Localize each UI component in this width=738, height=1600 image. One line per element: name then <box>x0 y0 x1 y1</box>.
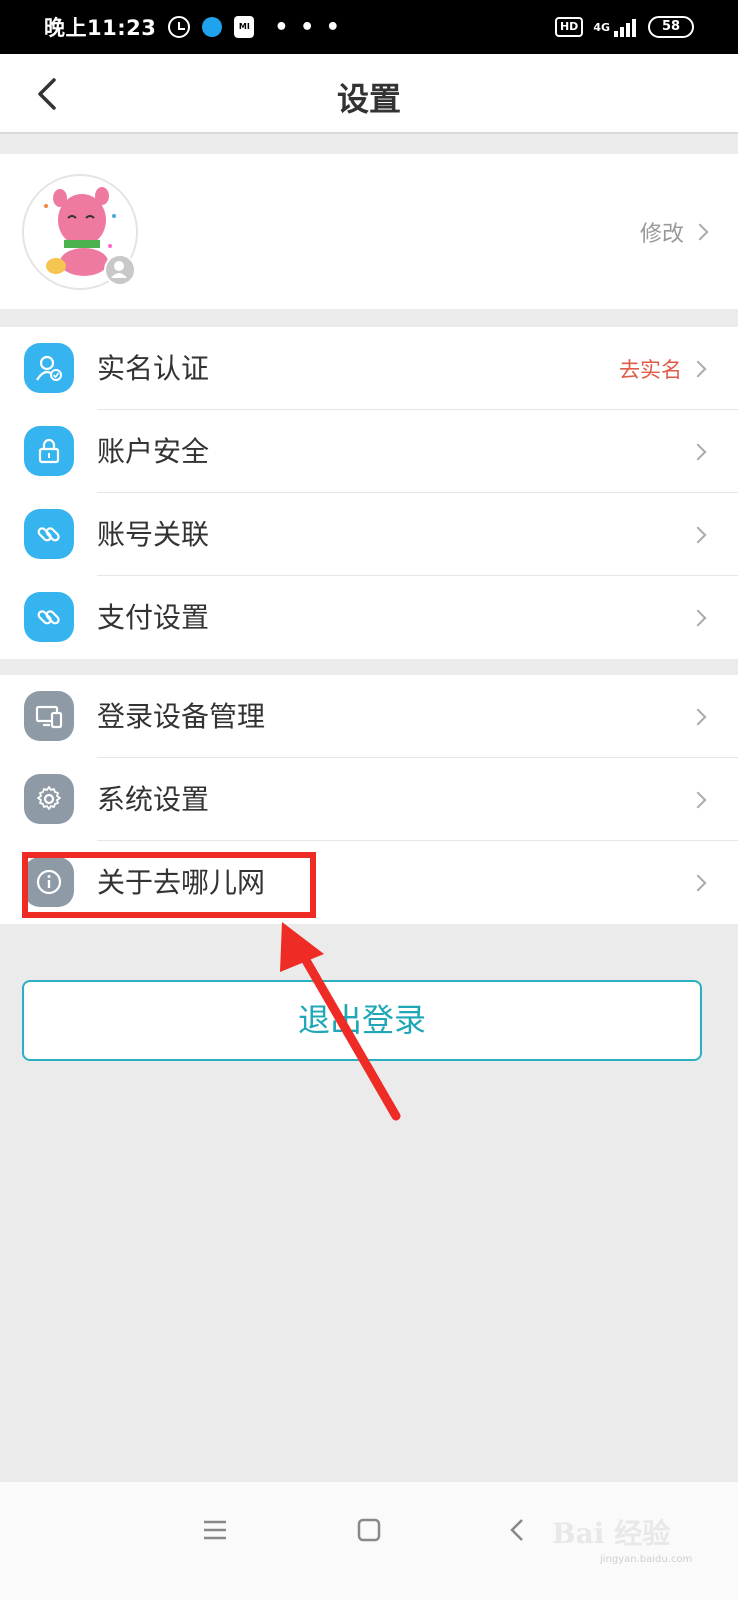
square-icon <box>357 1518 381 1542</box>
user-verify-icon <box>24 343 74 393</box>
link-icon <box>24 509 74 559</box>
chevron-right-icon <box>691 223 709 241</box>
menu-button[interactable] <box>196 1510 236 1550</box>
chevron-left-icon <box>510 1519 523 1541</box>
edit-label: 修改 <box>639 222 684 247</box>
chevron-right-icon <box>689 526 707 543</box>
profile-card[interactable]: 修改 <box>0 154 738 309</box>
status-bar: 晚上11:23 MI • • • HD 4G 58 <box>0 0 738 54</box>
watermark-logo: Bai 经验 <box>552 1517 671 1550</box>
list-item-label: 实名认证 <box>97 352 210 385</box>
list-item-account-link[interactable]: 账号关联 <box>0 493 738 576</box>
header: 设置 <box>0 54 738 134</box>
app-notification-icon <box>202 17 223 37</box>
list-item-label: 系统设置 <box>97 783 210 816</box>
chevron-right-icon <box>689 708 707 725</box>
watermark-url: jingyan.baidu.com <box>600 1554 693 1565</box>
list-item-label: 账号关联 <box>97 518 210 551</box>
highlight-box <box>22 852 316 918</box>
chevron-right-icon <box>689 609 707 626</box>
alarm-icon <box>168 16 191 38</box>
real-name-hint: 去实名 <box>619 357 682 382</box>
signal-icon <box>612 17 636 37</box>
page-title: 设置 <box>336 80 401 118</box>
list-item-device-management[interactable]: 登录设备管理 <box>0 675 738 758</box>
nav-back-button[interactable] <box>498 1510 538 1550</box>
list-item-label: 登录设备管理 <box>97 700 266 733</box>
chevron-right-icon <box>689 874 707 891</box>
link-icon <box>24 592 74 642</box>
mi-icon: MI <box>234 16 255 38</box>
status-time: 晚上11:23 <box>44 16 157 40</box>
list-item-system-settings[interactable]: 系统设置 <box>0 758 738 841</box>
chevron-right-icon <box>689 791 707 808</box>
chevron-right-icon <box>689 360 707 377</box>
network-type: 4G <box>593 20 610 34</box>
list-item-account-security[interactable]: 账户安全 <box>0 410 738 493</box>
gear-icon <box>24 774 74 824</box>
more-notifications-icon: • • • <box>274 14 342 40</box>
lock-icon <box>24 426 74 476</box>
list-item-payment-settings[interactable]: 支付设置 <box>0 576 738 659</box>
account-section: 实名认证 去实名 账户安全 账号关联 支付设置 <box>0 327 738 659</box>
devices-icon <box>24 691 74 741</box>
list-item-label: 账户安全 <box>97 435 210 468</box>
battery-icon: 58 <box>648 16 694 38</box>
list-item-label: 支付设置 <box>97 601 210 634</box>
logout-button[interactable]: 退出登录 <box>22 980 702 1061</box>
hd-badge: HD <box>554 17 584 37</box>
chevron-right-icon <box>689 443 707 460</box>
list-item-real-name[interactable]: 实名认证 去实名 <box>0 327 738 410</box>
home-button[interactable] <box>350 1510 390 1550</box>
avatar-badge-icon <box>104 254 136 286</box>
edit-profile-link[interactable]: 修改 <box>639 216 709 248</box>
menu-icon <box>204 1520 226 1540</box>
